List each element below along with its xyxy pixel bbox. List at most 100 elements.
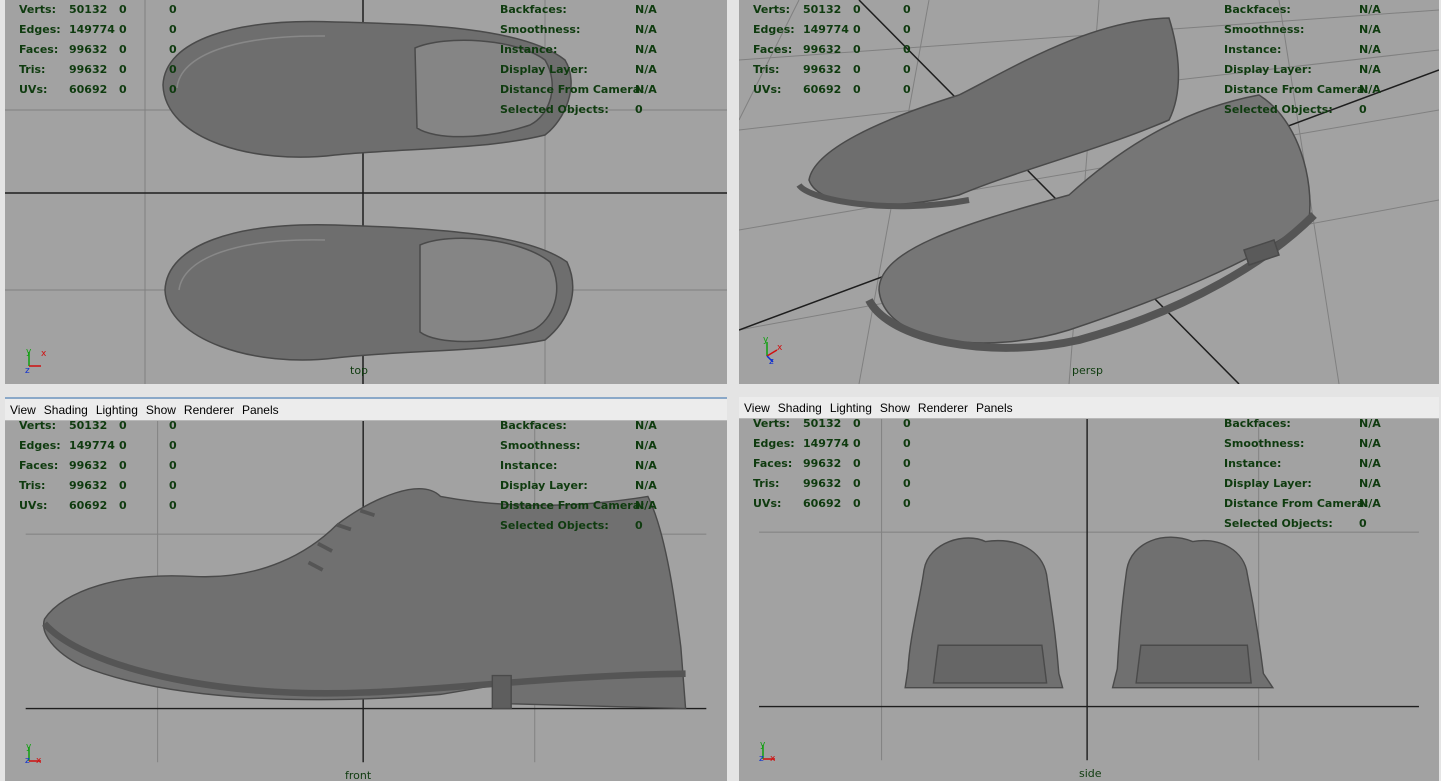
hud-stat-value: 60692 (803, 497, 842, 510)
hud-stat-a: 0 (853, 417, 861, 430)
hud-info-label: Backfaces: (500, 3, 567, 16)
hud-stat-b: 0 (903, 63, 911, 76)
axis-gizmo-top: y x z (23, 344, 53, 376)
hud-display-info: Backfaces: N/A Smoothness: N/A Instance: N/A D… (1224, 0, 1381, 120)
viewport-side[interactable]: View Shading Lighting Show Renderer Pane… (739, 397, 1439, 781)
hud-stat-row: UVs: 60692 0 0 (19, 80, 219, 100)
hud-stat-b: 0 (903, 417, 911, 430)
hud-info-row: Display Layer: N/A (500, 476, 657, 496)
hud-info-label: Instance: (1224, 43, 1282, 56)
hud-info-value: N/A (635, 419, 657, 432)
hud-stat-row: Tris: 99632 0 0 (753, 474, 953, 494)
svg-text:z: z (759, 754, 764, 764)
hud-info-value: N/A (1359, 477, 1381, 490)
hud-stat-a: 0 (119, 43, 127, 56)
hud-info-label: Display Layer: (1224, 63, 1312, 76)
hud-stat-label: UVs: (19, 83, 48, 96)
hud-info-row: Instance: N/A (1224, 454, 1381, 474)
hud-stat-label: Edges: (753, 23, 795, 36)
menu-lighting[interactable]: Lighting (830, 401, 872, 415)
hud-stat-row: Edges: 149774 0 0 (19, 20, 219, 40)
hud-info-value: N/A (635, 23, 657, 36)
hud-stat-b: 0 (169, 459, 177, 472)
hud-info-value: N/A (635, 479, 657, 492)
menu-show[interactable]: Show (880, 401, 910, 415)
menu-view[interactable]: View (744, 401, 770, 415)
hud-info-row: Selected Objects: 0 (500, 100, 657, 120)
menu-renderer[interactable]: Renderer (918, 401, 968, 415)
hud-info-value: N/A (1359, 437, 1381, 450)
hud-info-row: Smoothness: N/A (1224, 434, 1381, 454)
hud-info-label: Selected Objects: (500, 103, 609, 116)
hud-info-label: Selected Objects: (500, 519, 609, 532)
hud-stat-label: Tris: (19, 63, 46, 76)
hud-stat-label: Edges: (19, 23, 61, 36)
hud-info-label: Distance From Camera: (500, 83, 645, 96)
menu-view[interactable]: View (10, 403, 36, 417)
hud-info-row: Backfaces: N/A (500, 416, 657, 436)
menu-shading[interactable]: Shading (778, 401, 822, 415)
hud-stat-label: UVs: (19, 499, 48, 512)
hud-stat-b: 0 (169, 23, 177, 36)
svg-text:y: y (763, 336, 769, 345)
hud-info-label: Smoothness: (500, 23, 581, 36)
shoe-top-lower (164, 223, 574, 361)
hud-info-value: N/A (1359, 497, 1381, 510)
hud-info-label: Display Layer: (500, 63, 588, 76)
menu-renderer[interactable]: Renderer (184, 403, 234, 417)
hud-stat-label: UVs: (753, 83, 782, 96)
hud-stat-row: Faces: 99632 0 0 (753, 40, 953, 60)
hud-info-value: 0 (635, 519, 643, 532)
svg-text:z: z (25, 366, 30, 374)
hud-stat-value: 149774 (803, 23, 849, 36)
hud-stat-b: 0 (903, 477, 911, 490)
hud-info-row: Instance: N/A (1224, 40, 1381, 60)
hud-info-row: Display Layer: N/A (500, 60, 657, 80)
hud-stat-label: UVs: (753, 497, 782, 510)
hud-stat-a: 0 (853, 83, 861, 96)
menu-show[interactable]: Show (146, 403, 176, 417)
hud-info-value: 0 (635, 103, 643, 116)
viewport-persp[interactable]: y x z persp Verts: 50132 0 0 Edges: 149774 0 0 F… (739, 0, 1439, 384)
hud-stat-a: 0 (853, 457, 861, 470)
viewport-front[interactable]: View Shading Lighting Show Renderer Pane… (5, 397, 727, 781)
hud-stat-row: UVs: 60692 0 0 (19, 496, 219, 516)
viewport-top[interactable]: y x z top Verts: 50132 0 0 Edges: 149774 0 0 Fac… (5, 0, 727, 384)
hud-stat-a: 0 (853, 497, 861, 510)
hud-info-value: 0 (1359, 103, 1367, 116)
hud-stat-row: Tris: 99632 0 0 (19, 476, 219, 496)
hud-stat-a: 0 (853, 437, 861, 450)
hud-stat-row: Faces: 99632 0 0 (19, 456, 219, 476)
hud-stat-label: Tris: (753, 63, 780, 76)
hud-stat-value: 99632 (803, 63, 842, 76)
hud-stat-label: Verts: (753, 417, 791, 430)
hud-info-value: N/A (635, 83, 657, 96)
hud-stat-row: Faces: 99632 0 0 (753, 454, 953, 474)
hud-info-label: Backfaces: (1224, 3, 1291, 16)
hud-stat-label: Faces: (19, 459, 59, 472)
menu-panels[interactable]: Panels (976, 401, 1013, 415)
menu-panels[interactable]: Panels (242, 403, 279, 417)
menu-lighting[interactable]: Lighting (96, 403, 138, 417)
hud-stat-row: UVs: 60692 0 0 (753, 494, 953, 514)
hud-stat-a: 0 (119, 23, 127, 36)
hud-poly-count: Verts: 50132 0 0 Edges: 149774 0 0 Faces: 99632 0 0… (19, 416, 219, 516)
hud-info-row: Backfaces: N/A (500, 0, 657, 20)
hud-info-row: Selected Objects: 0 (1224, 100, 1381, 120)
hud-poly-count: Verts: 50132 0 0 Edges: 149774 0 0 Faces: 99632 0 0… (753, 0, 953, 100)
hud-info-label: Instance: (500, 43, 558, 56)
hud-stat-b: 0 (169, 419, 177, 432)
svg-text:y: y (26, 742, 32, 752)
hud-stat-b: 0 (903, 457, 911, 470)
hud-stat-label: Tris: (753, 477, 780, 490)
menu-shading[interactable]: Shading (44, 403, 88, 417)
hud-stat-row: Verts: 50132 0 0 (753, 0, 953, 20)
hud-stat-row: Verts: 50132 0 0 (19, 416, 219, 436)
hud-info-value: N/A (1359, 43, 1381, 56)
hud-display-info: Backfaces: N/A Smoothness: N/A Instance: N/A D… (500, 0, 657, 120)
hud-info-row: Smoothness: N/A (500, 436, 657, 456)
hud-stat-row: Edges: 149774 0 0 (753, 434, 953, 454)
svg-text:x: x (770, 754, 776, 764)
hud-stat-value: 60692 (803, 83, 842, 96)
hud-info-label: Instance: (500, 459, 558, 472)
